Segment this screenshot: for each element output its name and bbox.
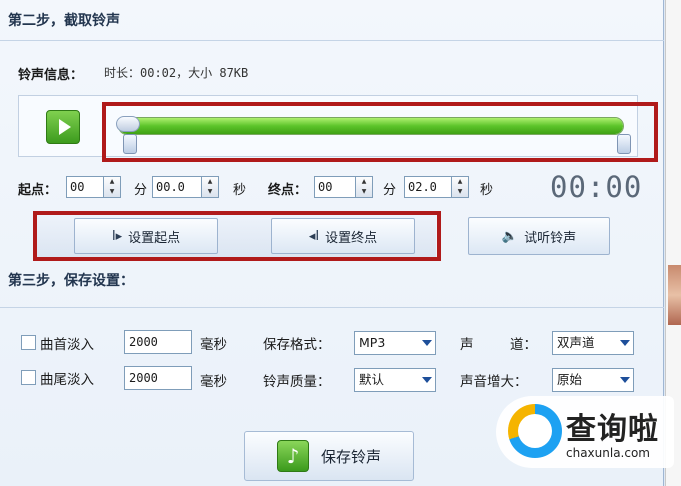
start-second-arrows[interactable]: ▲ ▼ (202, 176, 219, 198)
gain-value: 原始 (557, 372, 583, 387)
chevron-down-icon (422, 377, 432, 383)
speaker-icon: 🔈 (501, 228, 519, 244)
quality-label: 铃声质量： (263, 374, 331, 390)
preview-button[interactable]: 🔈 试听铃声 (468, 217, 610, 255)
down-arrow-icon[interactable]: ▼ (104, 187, 120, 197)
channel-label-part2: 道： (510, 337, 537, 353)
highlight-frame-slider (102, 102, 658, 162)
fade-in-input[interactable]: 2000 (124, 330, 192, 354)
up-arrow-icon[interactable]: ▲ (104, 177, 120, 187)
music-note-icon: ♪ (276, 440, 309, 472)
end-minute-spinner[interactable]: 00 ▲ ▼ (314, 176, 373, 198)
channel-label-part1: 声 (460, 337, 474, 353)
end-label: 终点： (268, 183, 308, 198)
quality-select[interactable]: 默认 (354, 368, 436, 392)
chevron-down-icon (422, 340, 432, 346)
end-second-arrows[interactable]: ▲ ▼ (452, 176, 469, 198)
gain-select[interactable]: 原始 (552, 368, 634, 392)
time-display: 00:00 (550, 170, 643, 204)
ringtone-info-label: 铃声信息： (18, 68, 84, 83)
divider (0, 40, 664, 41)
end-second-unit: 秒 (480, 183, 494, 198)
end-second-value[interactable]: 02.0 (404, 176, 452, 198)
watermark-logo-icon (508, 404, 562, 458)
end-minute-unit: 分 (383, 183, 397, 198)
channel-select[interactable]: 双声道 (552, 331, 634, 355)
ringtone-info-value: 时长：00:02，大小 87KB (104, 66, 249, 80)
end-minute-value[interactable]: 00 (314, 176, 356, 198)
down-arrow-icon[interactable]: ▼ (356, 187, 372, 197)
fade-in-label: 曲首淡入 (40, 337, 94, 353)
quality-value: 默认 (359, 372, 385, 387)
save-ringtone-button[interactable]: ♪ 保存铃声 (244, 431, 414, 481)
down-arrow-icon[interactable]: ▼ (202, 187, 218, 197)
start-second-value[interactable]: 00.0 (152, 176, 202, 198)
save-ringtone-label: 保存铃声 (320, 447, 381, 466)
down-arrow-icon[interactable]: ▼ (452, 187, 468, 197)
start-minute-arrows[interactable]: ▲ ▼ (104, 176, 121, 198)
start-second-spinner[interactable]: 00.0 ▲ ▼ (152, 176, 219, 198)
fade-in-checkbox[interactable] (21, 335, 36, 350)
watermark-brand: 查询啦 (566, 412, 659, 447)
fade-out-input[interactable]: 2000 (124, 366, 192, 390)
fade-out-unit: 毫秒 (200, 374, 227, 390)
start-minute-unit: 分 (134, 183, 148, 198)
step3-title: 第三步，保存设置： (8, 273, 134, 289)
channel-value: 双声道 (557, 335, 595, 350)
play-button[interactable] (46, 110, 80, 144)
gain-label: 声音增大： (460, 374, 528, 390)
format-select[interactable]: MP3 (354, 331, 436, 355)
format-label: 保存格式： (263, 337, 331, 353)
end-minute-arrows[interactable]: ▲ ▼ (356, 176, 373, 198)
chevron-down-icon (620, 377, 630, 383)
up-arrow-icon[interactable]: ▲ (356, 177, 372, 187)
divider (0, 307, 664, 308)
step2-title: 第二步，截取铃声 (8, 13, 120, 29)
highlight-frame-buttons (33, 211, 441, 261)
preview-label: 试听铃声 (524, 230, 577, 246)
photo-thumbnail (668, 265, 681, 325)
watermark-url: chaxunla.com (566, 446, 650, 460)
start-minute-spinner[interactable]: 00 ▲ ▼ (66, 176, 121, 198)
up-arrow-icon[interactable]: ▲ (452, 177, 468, 187)
start-label: 起点： (18, 183, 58, 198)
fade-in-unit: 毫秒 (200, 337, 227, 353)
end-second-spinner[interactable]: 02.0 ▲ ▼ (404, 176, 469, 198)
up-arrow-icon[interactable]: ▲ (202, 177, 218, 187)
start-second-unit: 秒 (233, 183, 247, 198)
fade-out-label: 曲尾淡入 (40, 372, 94, 388)
format-value: MP3 (359, 335, 386, 350)
fade-out-checkbox[interactable] (21, 370, 36, 385)
start-minute-value[interactable]: 00 (66, 176, 104, 198)
chevron-down-icon (620, 340, 630, 346)
